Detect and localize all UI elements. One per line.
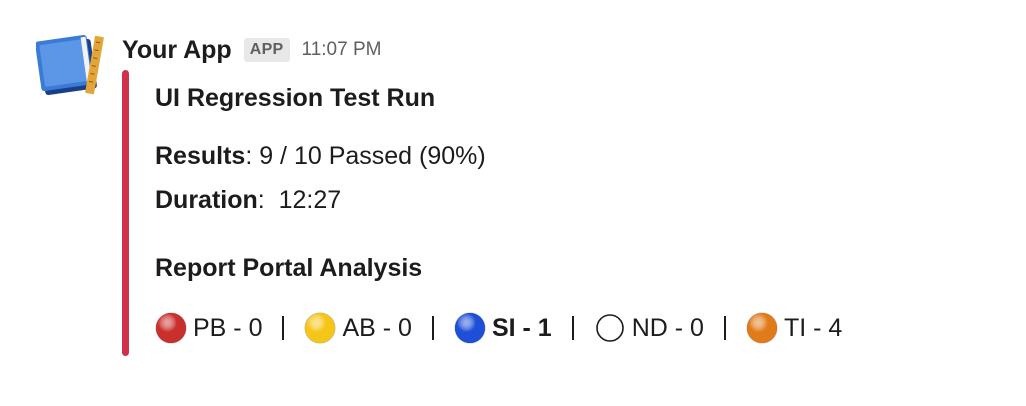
legend-item: AB - 0 [304,312,412,344]
app-name[interactable]: Your App [122,36,232,65]
legend-separator [282,316,285,340]
legend-item: SI - 1 [454,312,552,344]
results-field: Results: 9 / 10 Passed (90%) [155,142,486,171]
duration-value: : 12:27 [257,186,342,214]
orange-circle-icon [746,312,778,344]
section-title: Report Portal Analysis [155,254,423,282]
analysis-legend: PB - 0 AB - 0 SI - 1 ND - 0 TI - 4 [155,312,842,344]
legend-label: AB - 0 [342,313,412,342]
duration-field: Duration: 12:27 [155,186,341,215]
avatar[interactable] [35,34,108,98]
legend-separator [571,316,574,340]
legend-separator [723,316,726,340]
legend-separator [431,316,434,340]
attachment-title: UI Regression Test Run [155,84,436,112]
white-circle-icon [595,314,624,342]
legend-item: ND - 0 [594,312,704,344]
app-badge: APP [243,38,290,62]
legend-label: TI - 4 [783,313,843,342]
blue-circle-icon [454,312,486,344]
legend-label: SI - 1 [491,313,552,342]
duration-label: Duration [155,186,258,214]
timestamp[interactable]: 11:07 PM [302,39,382,61]
yellow-circle-icon [304,312,336,344]
legend-item: TI - 4 [746,312,842,344]
legend-item: PB - 0 [155,312,262,344]
results-label: Results [155,142,246,170]
notebook-ruler-icon [35,35,104,95]
red-circle-icon [155,312,187,344]
results-value: : 9 / 10 Passed (90%) [245,142,486,170]
legend-label: ND - 0 [631,313,704,342]
legend-label: PB - 0 [193,313,263,342]
message-header: Your App APP 11:07 PM [122,32,381,68]
attachment-color-bar [122,70,129,356]
